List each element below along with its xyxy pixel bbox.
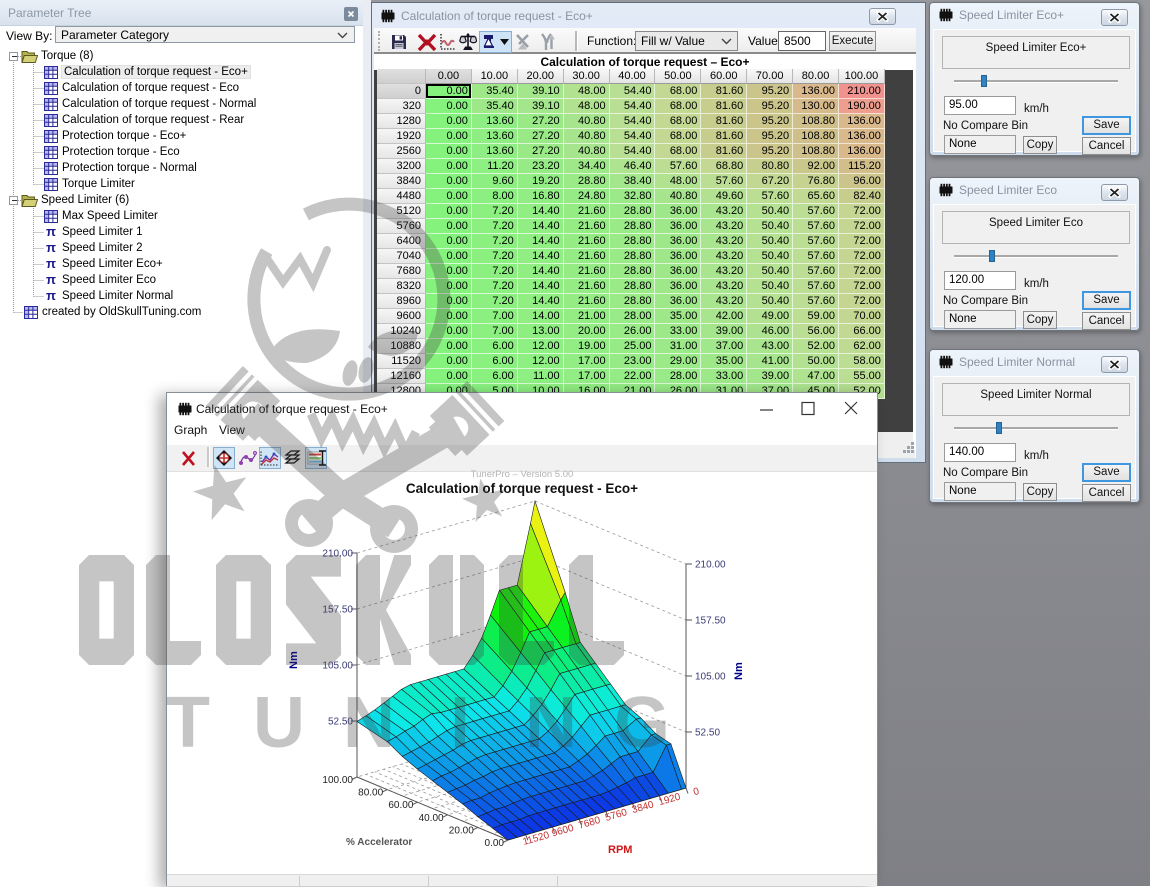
svg-text:20.00: 20.00 [449,825,474,836]
svg-text:210.00: 210.00 [695,560,726,571]
svg-text:105.00: 105.00 [322,661,353,672]
svg-text:52.50: 52.50 [695,728,720,739]
svg-text:157.50: 157.50 [695,616,726,627]
svg-text:0.00: 0.00 [485,838,505,849]
svg-text:0: 0 [692,786,701,798]
svg-text:% Accelerator: % Accelerator [346,837,412,848]
svg-text:80.00: 80.00 [358,788,383,799]
svg-text:157.50: 157.50 [322,605,353,616]
svg-text:60.00: 60.00 [388,800,413,811]
svg-text:52.50: 52.50 [328,717,353,728]
svg-text:40.00: 40.00 [419,813,444,824]
svg-text:100.00: 100.00 [322,775,353,786]
svg-text:Nm: Nm [288,651,300,669]
svg-text:Nm: Nm [733,662,745,680]
svg-text:210.00: 210.00 [322,549,353,560]
svg-text:105.00: 105.00 [695,672,726,683]
svg-text:RPM: RPM [608,844,632,856]
